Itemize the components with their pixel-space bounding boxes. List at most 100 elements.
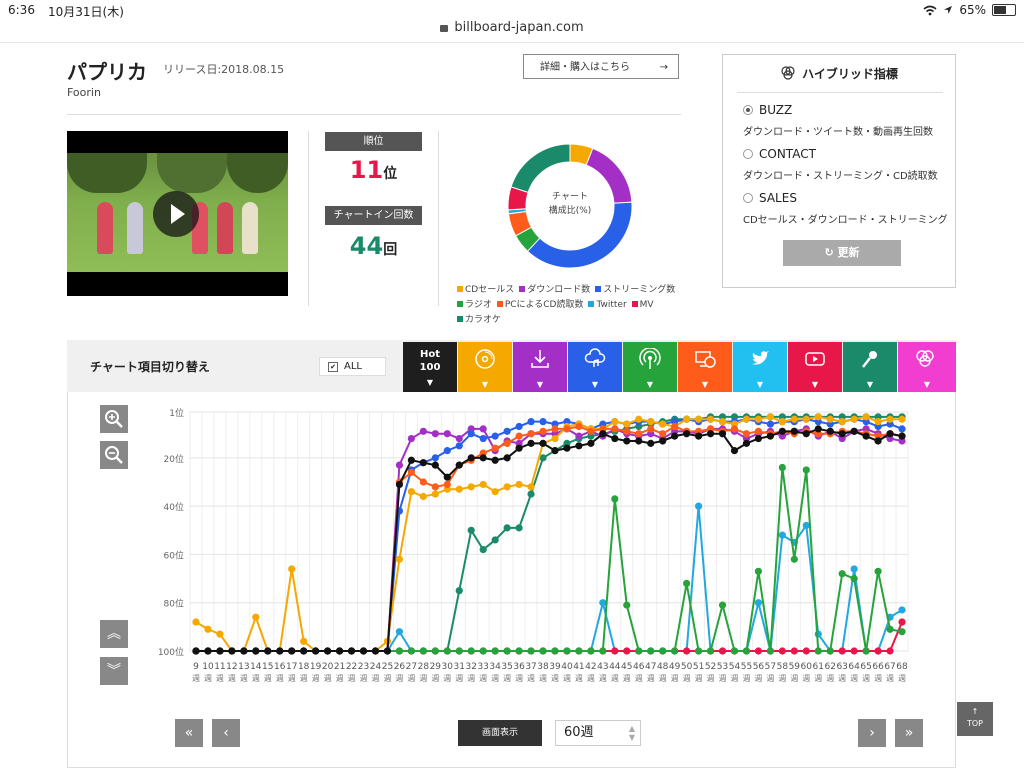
video-player[interactable] (67, 131, 288, 296)
hybrid-circles-icon (916, 350, 934, 367)
chevron-down-icon: ▼ (866, 380, 874, 389)
battery-icon (992, 4, 1016, 16)
tab-streaming[interactable]: ▼ (568, 342, 622, 392)
lock-icon (440, 25, 449, 32)
release-date: リリース日:2018.08.15 (163, 63, 285, 76)
tab-pc-cd-reads[interactable]: ▼ (678, 342, 732, 392)
tab-radio[interactable]: ▼ (623, 342, 677, 392)
chevron-down-icon: ▼ (811, 380, 819, 389)
scroll-up-button[interactable]: ︽ (100, 620, 128, 648)
tab-hot100-line1: Hot (419, 349, 441, 360)
legend-item: MV (631, 298, 654, 313)
divider (737, 92, 943, 93)
divider (308, 131, 309, 306)
option-contact[interactable]: CONTACT (743, 147, 816, 161)
address-bar[interactable]: billboard-japan.com (0, 20, 1024, 42)
arrow-up-icon: ↑ (971, 707, 979, 716)
chevron-down-icon: ▼ (536, 380, 544, 389)
hybrid-icon (781, 66, 795, 80)
donut-center-line1: チャート (552, 191, 588, 202)
legend-swatch (457, 286, 463, 292)
zoom-in-button[interactable] (100, 405, 128, 433)
prev-page-button[interactable]: ‹ (212, 719, 240, 747)
detail-purchase-button[interactable]: 詳細・購入はこちら → (523, 54, 679, 79)
checkbox-icon[interactable]: ✔ (328, 362, 338, 372)
legend-label: PCによるCD読取数 (504, 300, 584, 310)
tab-hybrid[interactable]: ▼ (898, 342, 956, 392)
first-page-button[interactable]: « (175, 719, 203, 747)
divider (0, 42, 1024, 43)
legend-label: カラオケ (465, 315, 502, 325)
weeks-select[interactable]: 60週 ▲ ▼ (555, 720, 641, 746)
weeks-value: 60週 (564, 725, 594, 740)
legend-item: ダウンロード数 (519, 283, 590, 298)
chart-panel (67, 340, 956, 768)
all-label: ALL (344, 361, 362, 372)
all-checkbox[interactable]: ✔ ALL (319, 357, 386, 376)
hybrid-title-text: ハイブリッド指標 (802, 67, 898, 81)
double-chevron-up-icon: ︽ (107, 626, 121, 642)
tab-download[interactable]: ▼ (513, 342, 567, 392)
status-right: 65% (923, 3, 1016, 17)
tab-mv[interactable]: ▼ (788, 342, 842, 392)
chevron-right-icon: › (869, 725, 875, 741)
composition-donut: チャート 構成比(%) (495, 131, 645, 285)
tab-hot100-line2: 100 (419, 362, 441, 373)
zoom-in-icon (105, 410, 123, 428)
donut-slice-7 (510, 143, 571, 194)
battery-percent: 65% (959, 3, 986, 17)
status-bar: 6:36 10月31日(木) 65% (0, 0, 1024, 20)
legend-item: カラオケ (457, 313, 501, 328)
donut-center-line2: 構成比(%) (549, 204, 592, 216)
back-to-top-button[interactable]: ↑ TOP (957, 702, 993, 736)
song-title: パプリカ (67, 60, 147, 84)
chevron-down-icon: ▼ (646, 380, 654, 389)
donut-chart: チャート 構成比(%) (507, 143, 633, 269)
chart-in-unit: 回 (383, 242, 398, 258)
video-play-icon (805, 352, 825, 366)
arrow-right-icon: → (659, 62, 668, 73)
radio-buzz[interactable] (743, 105, 753, 115)
chevron-down-icon: ▼ (591, 380, 599, 389)
artist-name[interactable]: Foorin (67, 86, 101, 99)
chevron-down-icon: ▼ (756, 380, 764, 389)
tab-cd-sales[interactable]: ▼ (458, 342, 512, 392)
legend-swatch (595, 286, 602, 292)
location-icon (944, 6, 953, 14)
screen-display-label: 画面表示 (458, 720, 542, 746)
donut-legend: CDセールス ダウンロード数 ストリーミング数 ラジオ PCによるCD読取数 Twitte… (457, 283, 707, 328)
rank-label: 順位 (325, 132, 422, 151)
select-arrows-icon: ▲ ▼ (628, 724, 635, 742)
tab-twitter[interactable]: ▼ (733, 342, 787, 392)
next-page-button[interactable]: › (858, 719, 886, 747)
refresh-button[interactable]: ↻ 更新 (783, 240, 901, 266)
tab-hot100[interactable]: Hot 100 ▼ (403, 342, 457, 392)
radio-sales[interactable] (743, 193, 753, 203)
divider (438, 131, 439, 306)
legend-label: ストリーミング数 (603, 285, 676, 295)
option-sales[interactable]: SALES (743, 191, 797, 205)
chart-switch-label: チャート項目切り替え (90, 360, 210, 374)
zoom-out-icon (105, 446, 123, 464)
option-contact-label: CONTACT (759, 147, 816, 161)
zoom-out-button[interactable] (100, 441, 128, 469)
option-sales-label: SALES (759, 191, 797, 205)
play-icon[interactable] (153, 191, 199, 237)
top-label: TOP (966, 719, 983, 728)
tab-karaoke[interactable]: ▼ (843, 342, 897, 392)
wifi-icon (923, 5, 937, 15)
scroll-down-button[interactable]: ︾ (100, 657, 128, 685)
rank-number: 11 (349, 156, 384, 184)
chevron-down-icon: ▼ (426, 378, 434, 387)
radio-contact[interactable] (743, 149, 753, 159)
option-buzz[interactable]: BUZZ (743, 103, 792, 117)
legend-item: PCによるCD読取数 (496, 298, 584, 313)
legend-label: Twitter (596, 300, 627, 310)
hybrid-panel: ハイブリッド指標 BUZZ ダウンロード・ツイート数・動画再生回数 CONTAC… (722, 54, 956, 288)
refresh-label: 更新 (837, 246, 860, 259)
microphone-icon (862, 351, 877, 368)
cd-icon (475, 349, 495, 369)
last-page-button[interactable]: » (895, 719, 923, 747)
legend-item: CDセールス (457, 283, 514, 298)
double-chevron-down-icon: ︾ (107, 663, 121, 679)
